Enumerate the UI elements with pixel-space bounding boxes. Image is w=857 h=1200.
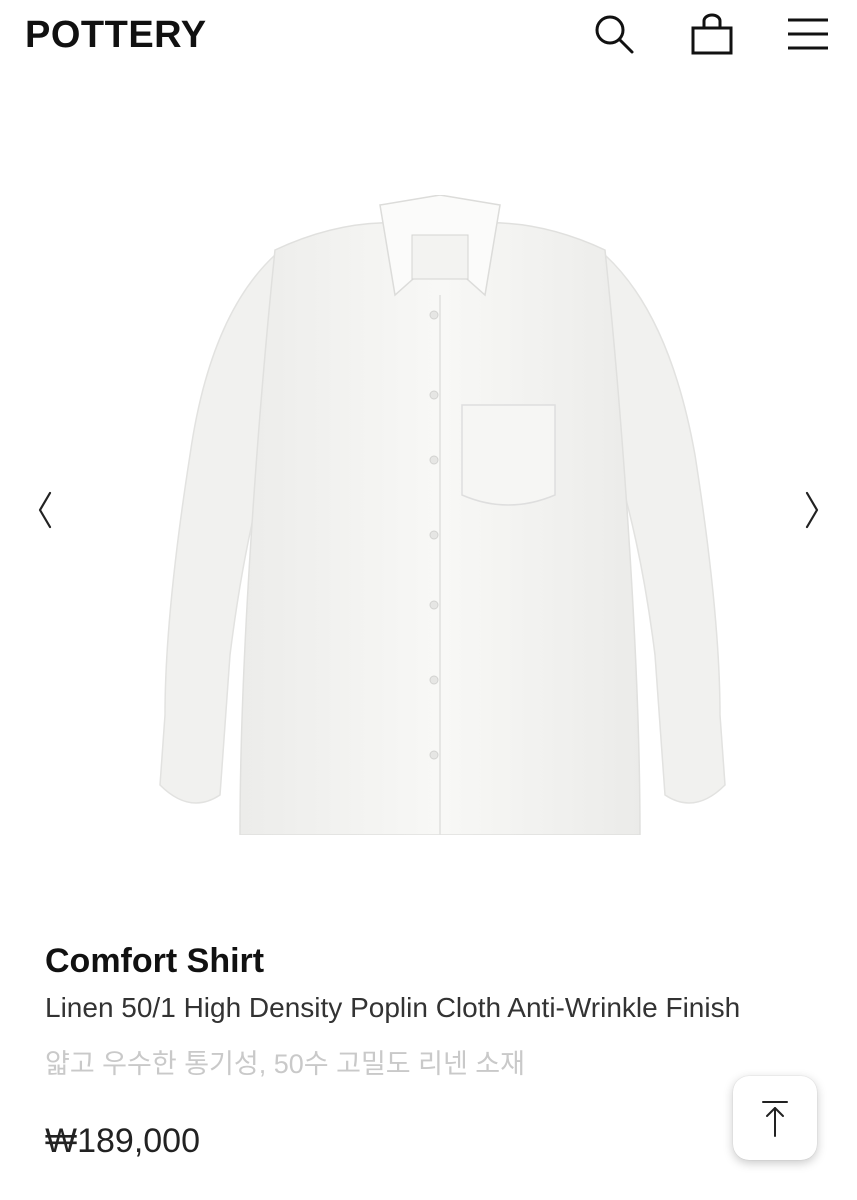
- menu-icon[interactable]: [786, 12, 830, 56]
- product-description: 얇고 우수한 통기성, 50수 고밀도 리넨 소재: [45, 1049, 525, 1079]
- header: POTTERY: [0, 0, 857, 70]
- arrow-up-to-top-icon: [762, 1101, 788, 1137]
- scroll-to-top-button[interactable]: [733, 1076, 817, 1160]
- shopping-bag-icon[interactable]: [690, 12, 734, 56]
- product-price: ₩189,000: [45, 1122, 200, 1160]
- product-image-carousel[interactable]: [0, 120, 857, 900]
- chevron-left-icon[interactable]: [30, 485, 60, 535]
- search-icon[interactable]: [592, 12, 636, 56]
- brand-logo[interactable]: POTTERY: [25, 14, 207, 57]
- product-subtitle: Linen 50/1 High Density Poplin Cloth Ant…: [45, 992, 741, 1023]
- chevron-right-icon[interactable]: [797, 485, 827, 535]
- product-photo: [150, 195, 730, 835]
- product-title: Comfort Shirt: [45, 942, 265, 980]
